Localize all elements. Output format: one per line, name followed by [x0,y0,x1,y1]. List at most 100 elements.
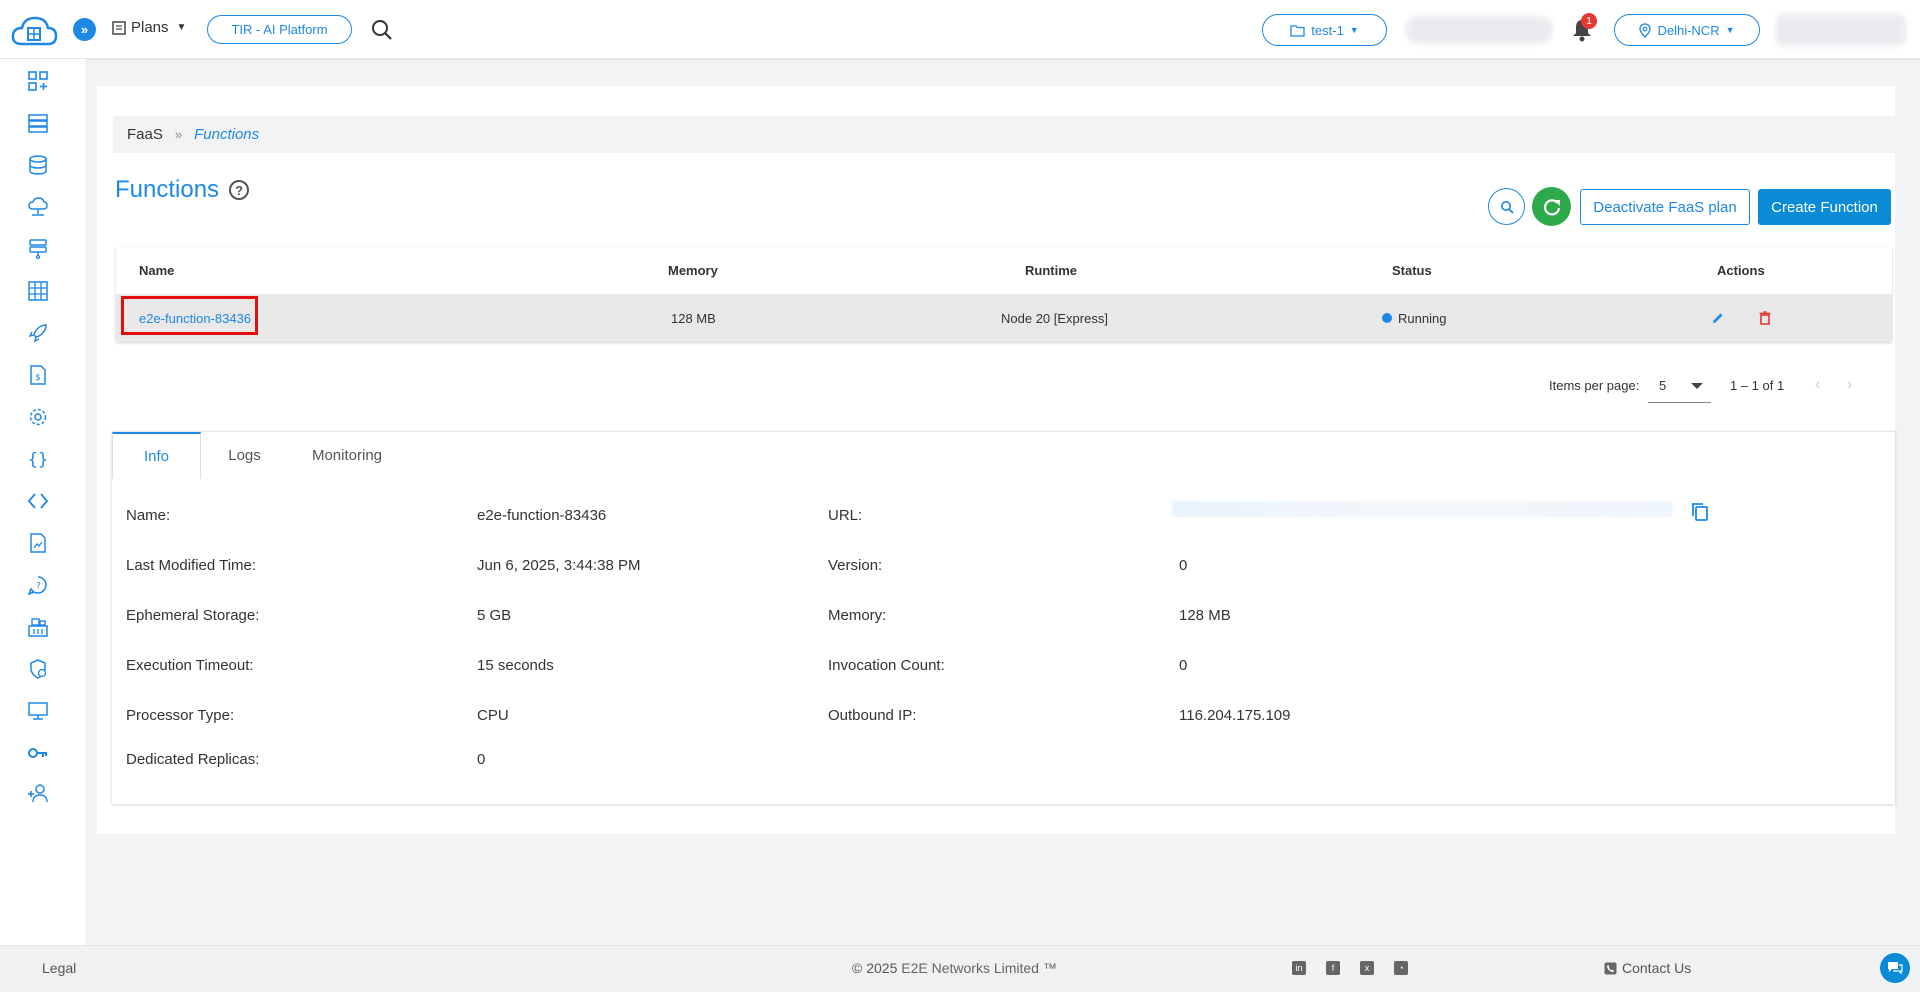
column-header-memory: Memory [668,263,718,278]
user-menu-blurred[interactable] [1776,14,1906,46]
status-dot [1382,313,1392,323]
footer: Legal © 2025 E2E Networks Limited ™ in f… [0,945,1920,992]
refresh-icon [1543,198,1560,215]
contact-us-link[interactable]: Contact Us [1604,960,1691,976]
copy-icon[interactable] [1690,501,1710,523]
info-value: 116.204.175.109 [1179,707,1291,724]
table-row[interactable]: e2e-function-83436 128 MB Node 20 [Expre… [116,294,1892,342]
region-label: Delhi-NCR [1657,22,1720,38]
svg-text:$: $ [35,373,41,383]
location-pin-icon [1639,22,1652,38]
delete-icon[interactable] [1759,294,1771,342]
paginator: Items per page: 5 1 – 1 of 1 ‹ › [1549,369,1894,403]
plans-menu[interactable]: Plans ▼ [111,19,186,36]
grid-icon[interactable] [26,279,50,303]
info-label: Version: [828,557,883,574]
status-label: Running [1398,310,1447,326]
legal-link[interactable]: Legal [42,960,76,976]
info-label: Last Modified Time: [126,557,257,574]
svg-text:?: ? [36,582,41,592]
nodes-icon[interactable] [26,111,50,135]
page-title-wrap: Functions ? [115,176,250,204]
top-bar: » Plans ▼ TIR - AI Platform test-1 ▼ 1 D… [0,0,1920,59]
function-memory: 128 MB [671,310,716,326]
previous-page-icon[interactable]: ‹ [1815,376,1820,394]
info-label: Ephemeral Storage: [126,607,260,624]
breadcrumb-faas[interactable]: FaaS [127,126,163,143]
next-page-icon[interactable]: › [1847,376,1852,394]
project-selector[interactable]: test-1 ▼ [1262,14,1387,46]
search-icon[interactable] [370,18,394,42]
refresh-button[interactable] [1532,187,1571,226]
create-function-button[interactable]: Create Function [1758,189,1891,225]
rocket-icon[interactable] [26,321,50,345]
tab-logs[interactable]: Logs [201,432,288,479]
url-value-blurred[interactable] [1172,501,1672,517]
load-balancer-icon[interactable] [26,237,50,261]
add-user-icon[interactable] [26,781,50,805]
plans-icon [112,20,126,35]
monitor-icon[interactable] [26,699,50,723]
security-icon[interactable] [26,657,50,681]
dashboard-icon[interactable] [26,69,50,93]
contact-us-label: Contact Us [1622,960,1692,976]
items-per-page-value: 5 [1659,378,1667,393]
deactivate-faas-button[interactable]: Deactivate FaaS plan [1580,189,1750,225]
chevrons-right-icon[interactable]: » [73,18,96,41]
facebook-icon[interactable]: f [1326,961,1340,975]
info-label: URL: [828,507,863,524]
project-label: test-1 [1311,22,1344,38]
caret-down-icon [1691,383,1703,389]
caret-down-icon: ▼ [1349,25,1359,35]
cloud-logo-icon[interactable] [10,14,58,50]
function-name-link[interactable]: e2e-function-83436 [139,294,251,342]
info-label: Processor Type: [126,707,235,724]
plans-label: Plans [131,19,169,36]
function-status: Running [1382,294,1446,342]
linkedin-icon[interactable]: in [1292,961,1306,975]
document-icon[interactable] [26,531,50,555]
tab-info[interactable]: Info [112,432,201,479]
function-runtime: Node 20 [Express] [1001,310,1108,326]
svg-text:{}: {} [28,450,48,470]
copyright-year: © 2025 [852,960,898,976]
billing-icon[interactable]: $ [26,363,50,387]
search-icon [1500,200,1514,214]
caret-down-icon: ▼ [176,22,187,33]
settings-icon[interactable] [26,405,50,429]
help-icon[interactable]: ? [229,180,250,200]
caret-down-icon: ▼ [1725,25,1735,35]
copyright-brand[interactable]: E2E Networks Limited ™ [901,960,1057,976]
x-icon[interactable]: x [1360,961,1374,975]
info-label: Outbound IP: [828,707,917,724]
tab-monitoring[interactable]: Monitoring [288,432,406,479]
support-icon[interactable]: ? [26,573,50,597]
tir-platform-button[interactable]: TIR - AI Platform [207,15,352,44]
items-per-page-select[interactable]: 5 [1648,369,1711,403]
edit-icon[interactable] [1711,294,1725,342]
main-content: FaaS » Functions Functions ? Deactivate … [97,86,1895,834]
column-header-actions: Actions [1717,263,1765,278]
table-header: Name Memory Runtime Status Actions [116,247,1892,294]
chat-icon[interactable] [1880,953,1910,983]
page-range: 1 – 1 of 1 [1730,378,1785,393]
database-icon[interactable] [26,153,50,177]
breadcrumb: FaaS » Functions [113,116,1895,153]
container-registry-icon[interactable] [26,615,50,639]
breadcrumb-functions: Functions [194,126,260,143]
region-selector[interactable]: Delhi-NCR ▼ [1614,14,1760,46]
search-button[interactable] [1488,188,1525,225]
copyright: © 2025 E2E Networks Limited ™ [852,960,1057,976]
info-label: Execution Timeout: [126,657,254,674]
rss-icon[interactable]: ◔ [1394,961,1408,975]
account-info-blurred[interactable] [1405,16,1553,44]
details-panel: Info Logs Monitoring Name: e2e-function-… [112,431,1895,804]
info-value: e2e-function-83436 [477,507,607,524]
key-icon[interactable] [26,741,50,765]
info-value: CPU [477,707,509,724]
info-value: 15 seconds [477,657,554,674]
cdn-icon[interactable] [26,195,50,219]
code-icon[interactable] [26,489,50,513]
info-label: Name: [126,507,171,524]
functions-icon[interactable]: {} [26,447,50,471]
